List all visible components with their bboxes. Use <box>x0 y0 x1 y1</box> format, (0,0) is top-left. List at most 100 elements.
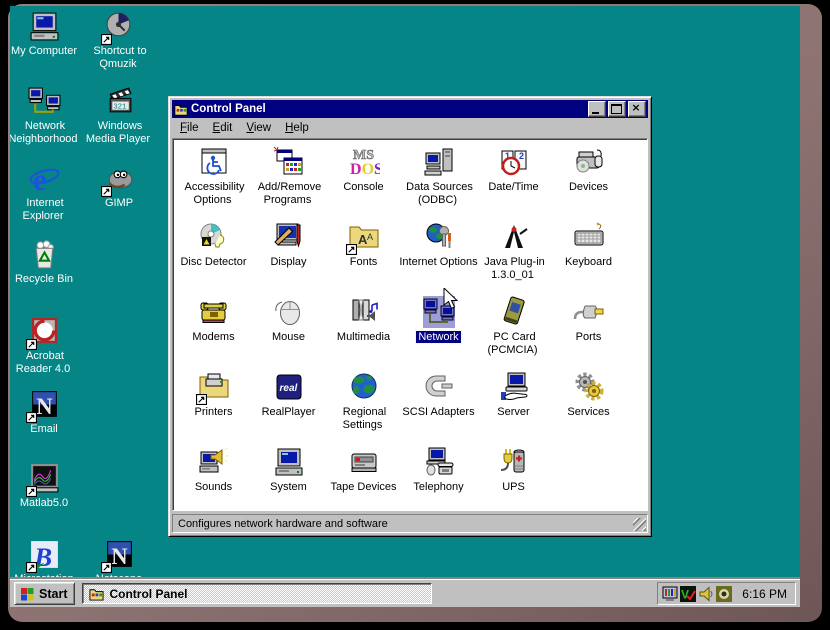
cp-item-modems[interactable]: Modems <box>176 296 251 371</box>
display-icon <box>273 221 305 253</box>
globe-icon <box>348 371 380 403</box>
cp-item-fonts[interactable]: Fonts <box>326 221 401 296</box>
cp-item-telephony[interactable]: Telephony <box>401 446 476 511</box>
cp-item-internet-options[interactable]: Internet Options <box>401 221 476 296</box>
shortcut-arrow-icon <box>101 34 112 45</box>
server-icon <box>498 371 530 403</box>
nvidia-icon[interactable] <box>716 586 732 602</box>
system-icon <box>273 446 305 478</box>
system-tray: 6:16 PM <box>657 582 796 605</box>
data-sources-icon <box>423 146 455 178</box>
desktop-icon-acrobat[interactable]: Acrobat Reader 4.0 <box>10 315 83 376</box>
cp-item-multimedia[interactable]: Multimedia <box>326 296 401 371</box>
cp-item-ports[interactable]: Ports <box>551 296 626 371</box>
services-gears-icon <box>573 371 605 403</box>
shortcut-arrow-icon <box>101 562 112 573</box>
cp-item-pc-card[interactable]: PC Card (PCMCIA) <box>476 296 551 371</box>
desktop-icon-gimp[interactable]: GIMP <box>80 162 158 210</box>
cp-item-data-sources[interactable]: Data Sources (ODBC) <box>401 146 476 221</box>
ports-icon <box>573 296 605 328</box>
devices-icon <box>573 146 605 178</box>
cp-item-realplayer[interactable]: RealPlayer <box>251 371 326 446</box>
cp-item-scsi-adapters[interactable]: SCSI Adapters <box>401 371 476 446</box>
status-text: Configures network hardware and software <box>178 518 388 530</box>
cp-item-disc-detector[interactable]: Disc Detector <box>176 221 251 296</box>
cp-item-accessibility-options[interactable]: Accessibility Options <box>176 146 251 221</box>
desktop-icon-my-computer[interactable]: My Computer <box>10 10 83 58</box>
mouse-cursor <box>443 288 458 310</box>
menubar: File Edit View Help <box>172 118 648 137</box>
menu-edit[interactable]: Edit <box>206 120 240 136</box>
icon-list-view: Accessibility Options Add/Remove Program… <box>172 138 648 511</box>
shortcut-arrow-icon <box>101 186 112 197</box>
minimize-icon <box>592 112 599 114</box>
shortcut-arrow-icon <box>26 486 37 497</box>
cp-item-tape-devices[interactable]: Tape Devices <box>326 446 401 511</box>
shortcut-arrow-icon <box>26 339 37 350</box>
ups-icon <box>498 446 530 478</box>
media-player-icon <box>103 85 136 118</box>
recycle-bin-icon <box>28 238 61 271</box>
close-button[interactable]: × <box>628 101 646 117</box>
desktop-icon-qmuzik[interactable]: Shortcut to Qmuzik <box>80 10 158 71</box>
shortcut-arrow-icon <box>346 244 357 255</box>
cp-item-sounds[interactable]: Sounds <box>176 446 251 511</box>
virus-shield-icon[interactable] <box>680 586 696 602</box>
minimize-button[interactable] <box>588 101 606 117</box>
windows-logo-icon <box>19 586 35 602</box>
desktop-icon-internet-explorer[interactable]: Internet Explorer <box>10 162 83 223</box>
tape-devices-icon <box>348 446 380 478</box>
shortcut-arrow-icon <box>196 394 207 405</box>
mouse-icon <box>273 296 305 328</box>
multimedia-icon <box>348 296 380 328</box>
taskbar-clock: 6:16 PM <box>742 587 787 601</box>
maximize-button[interactable] <box>608 101 626 117</box>
sounds-icon <box>198 446 230 478</box>
cp-item-ups[interactable]: UPS <box>476 446 551 511</box>
internet-explorer-icon <box>28 162 61 195</box>
cp-item-mouse[interactable]: Mouse <box>251 296 326 371</box>
desktop-icon-network-neighborhood[interactable]: Network Neighborhood <box>10 85 83 146</box>
cp-item-display[interactable]: Display <box>251 221 326 296</box>
desktop-icon-matlab[interactable]: Matlab5.0 <box>10 462 83 510</box>
cp-item-devices[interactable]: Devices <box>551 146 626 221</box>
control-panel-window: Control Panel × File Edit View Help Acce… <box>168 96 652 537</box>
cp-item-printers[interactable]: Printers <box>176 371 251 446</box>
cp-item-system[interactable]: System <box>251 446 326 511</box>
internet-options-icon <box>423 221 455 253</box>
modems-phone-icon <box>198 296 230 328</box>
volume-icon[interactable] <box>698 586 714 602</box>
pc-card-icon <box>498 296 530 328</box>
date-time-icon <box>498 146 530 178</box>
cp-item-server[interactable]: Server <box>476 371 551 446</box>
cp-item-services[interactable]: Services <box>551 371 626 446</box>
cp-item-console[interactable]: Console <box>326 146 401 221</box>
cp-item-regional-settings[interactable]: Regional Settings <box>326 371 401 446</box>
cp-item-java-plugin[interactable]: Java Plug-in 1.3.0_01 <box>476 221 551 296</box>
menu-help[interactable]: Help <box>278 120 316 136</box>
close-icon: × <box>629 101 643 114</box>
start-button[interactable]: Start <box>14 582 75 605</box>
desktop-icon-email[interactable]: Email <box>10 388 83 436</box>
cp-item-add-remove-programs[interactable]: Add/Remove Programs <box>251 146 326 221</box>
network-neighborhood-icon <box>28 85 61 118</box>
resize-grip[interactable] <box>633 518 646 531</box>
control-panel-folder-icon <box>174 102 188 116</box>
desktop-icon-media-player[interactable]: Windows Media Player <box>80 85 158 146</box>
cp-item-network[interactable]: Network <box>401 296 476 371</box>
shortcut-arrow-icon <box>26 412 37 423</box>
start-label: Start <box>39 587 67 601</box>
desktop-icon-recycle-bin[interactable]: Recycle Bin <box>10 238 83 286</box>
cp-item-date-time[interactable]: Date/Time <box>476 146 551 221</box>
titlebar[interactable]: Control Panel × <box>172 100 648 118</box>
display-settings-icon[interactable] <box>662 586 678 602</box>
menu-view[interactable]: View <box>239 120 278 136</box>
menu-file[interactable]: File <box>173 120 206 136</box>
accessibility-icon <box>198 146 230 178</box>
maximize-icon <box>611 104 622 114</box>
taskbar-button-control-panel[interactable]: Control Panel <box>82 583 432 604</box>
scsi-icon <box>423 371 455 403</box>
cp-item-keyboard[interactable]: Keyboard <box>551 221 626 296</box>
java-duke-icon <box>498 221 530 253</box>
shortcut-arrow-icon <box>26 562 37 573</box>
